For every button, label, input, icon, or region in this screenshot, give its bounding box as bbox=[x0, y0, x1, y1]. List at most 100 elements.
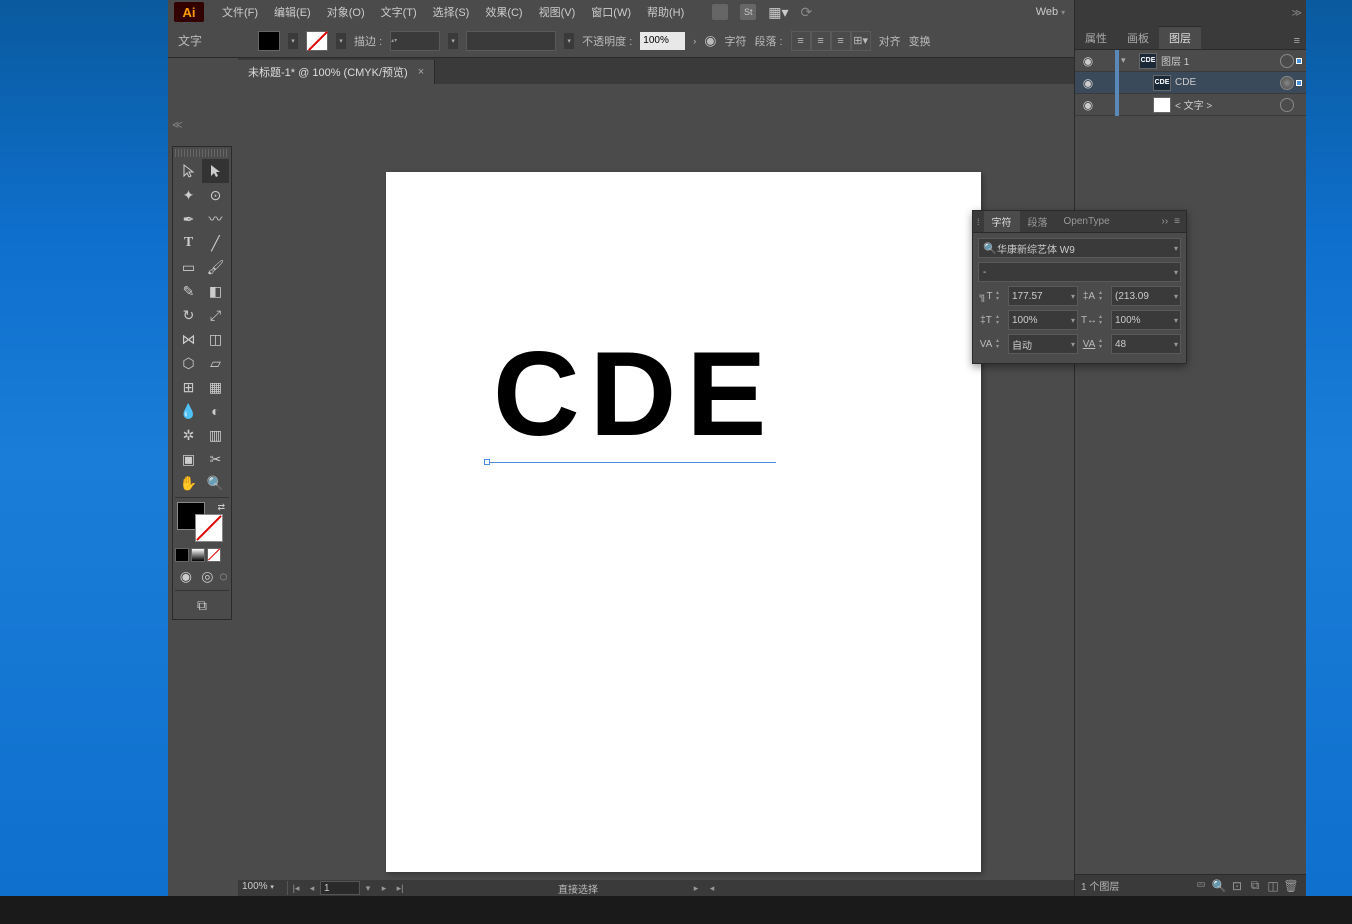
width-tool-icon[interactable]: ⋈ bbox=[175, 327, 202, 351]
menu-view[interactable]: 视图(V) bbox=[531, 2, 584, 22]
stepper[interactable]: ▴▾ bbox=[996, 314, 1006, 326]
collapse-dock-icon[interactable]: ≫ bbox=[1292, 8, 1302, 19]
selection-indicator[interactable] bbox=[1296, 80, 1302, 86]
last-page-icon[interactable]: ▸| bbox=[392, 881, 408, 895]
menu-window[interactable]: 窗口(W) bbox=[583, 2, 639, 22]
stroke-dropdown[interactable]: ▾ bbox=[336, 33, 346, 49]
align-right-icon[interactable]: ≡ bbox=[831, 31, 851, 51]
direct-selection-tool-icon[interactable] bbox=[202, 159, 229, 183]
sync-icon[interactable]: ⟳ bbox=[801, 4, 813, 21]
type-tool-icon[interactable]: T bbox=[175, 231, 202, 255]
symbol-spray-tool-icon[interactable]: ✲ bbox=[175, 423, 202, 447]
visibility-toggle-icon[interactable]: ◉ bbox=[1079, 76, 1097, 90]
gradient-tool-icon[interactable]: ▦ bbox=[202, 375, 229, 399]
magic-wand-tool-icon[interactable]: ✦ bbox=[175, 183, 202, 207]
transform-link[interactable]: 变换 bbox=[909, 33, 931, 49]
selection-tool-icon[interactable] bbox=[175, 159, 202, 183]
leading-input[interactable]: (213.09▾ bbox=[1111, 286, 1181, 306]
status-next-icon[interactable]: ◂ bbox=[704, 881, 720, 895]
target-icon[interactable] bbox=[1280, 98, 1294, 112]
graph-tool-icon[interactable]: ▥ bbox=[202, 423, 229, 447]
tab-artboards[interactable]: 画板 bbox=[1117, 27, 1159, 49]
color-mode-gradient[interactable] bbox=[191, 548, 205, 562]
panel-collapse-icon[interactable]: ›› bbox=[1161, 216, 1168, 227]
mesh-tool-icon[interactable]: ⊞ bbox=[175, 375, 202, 399]
v-scale-input[interactable]: 100%▾ bbox=[1008, 310, 1078, 330]
shape-builder-tool-icon[interactable]: ⬡ bbox=[175, 351, 202, 375]
curvature-tool-icon[interactable]: 〰 bbox=[202, 207, 229, 231]
kerning-input[interactable]: 自动▾ bbox=[1008, 334, 1078, 354]
selection-indicator[interactable] bbox=[1296, 102, 1302, 108]
draw-inside-icon[interactable]: ◌ bbox=[218, 564, 229, 588]
zoom-tool-icon[interactable]: 🔍 bbox=[202, 471, 229, 495]
menu-object[interactable]: 对象(O) bbox=[319, 2, 373, 22]
menu-help[interactable]: 帮助(H) bbox=[639, 2, 692, 22]
panel-grabber[interactable] bbox=[175, 149, 229, 157]
menu-select[interactable]: 选择(S) bbox=[425, 2, 478, 22]
rectangle-tool-icon[interactable]: ▭ bbox=[175, 255, 202, 279]
artboard-tool-icon[interactable]: ▣ bbox=[175, 447, 202, 471]
lasso-tool-icon[interactable]: ⊙ bbox=[202, 183, 229, 207]
panel-menu-icon[interactable]: ≡ bbox=[1288, 33, 1306, 49]
stroke-color-box[interactable] bbox=[195, 514, 223, 542]
menu-effect[interactable]: 效果(C) bbox=[477, 2, 530, 22]
stroke-weight-input[interactable]: ▴▾ bbox=[390, 31, 440, 51]
line-tool-icon[interactable]: ╱ bbox=[202, 231, 229, 255]
fill-stroke-indicator[interactable]: ⇄ bbox=[175, 502, 229, 546]
search-layer-icon[interactable]: 🔍 bbox=[1210, 879, 1228, 893]
new-layer-icon[interactable]: ◫ bbox=[1264, 879, 1282, 893]
tab-close-icon[interactable]: × bbox=[418, 66, 424, 78]
blend-tool-icon[interactable]: ◐ bbox=[202, 399, 229, 423]
align-left-icon[interactable]: ≡ bbox=[791, 31, 811, 51]
fill-dropdown[interactable]: ▾ bbox=[288, 33, 298, 49]
stroke-weight-dropdown[interactable]: ▾ bbox=[448, 33, 458, 49]
page-input[interactable] bbox=[320, 881, 360, 895]
tab-properties[interactable]: 属性 bbox=[1075, 27, 1117, 49]
status-prev-icon[interactable]: ▸ bbox=[688, 881, 704, 895]
left-collapse-icon[interactable]: ≪ bbox=[172, 120, 182, 132]
eyedropper-tool-icon[interactable]: 💧 bbox=[175, 399, 202, 423]
workspace-switcher[interactable]: Web ▾ bbox=[1036, 6, 1065, 18]
tab-opentype[interactable]: OpenType bbox=[1056, 213, 1118, 230]
prev-page-icon[interactable]: ◂ bbox=[304, 881, 320, 895]
free-transform-tool-icon[interactable]: ◫ bbox=[202, 327, 229, 351]
globe-icon[interactable]: ◉ bbox=[704, 32, 716, 49]
shaper-tool-icon[interactable]: ✎ bbox=[175, 279, 202, 303]
font-style-input[interactable]: - ▾ bbox=[978, 262, 1181, 282]
expand-toggle-icon[interactable]: ▾ bbox=[1121, 55, 1135, 66]
layer-row[interactable]: ◉ ▾ CDE 图层 1 bbox=[1075, 50, 1306, 72]
fill-swatch[interactable] bbox=[258, 31, 280, 51]
color-mode-none[interactable] bbox=[207, 548, 221, 562]
variable-width-profile[interactable] bbox=[466, 31, 556, 51]
menu-file[interactable]: 文件(F) bbox=[214, 2, 266, 22]
document-tab[interactable]: 未标题-1* @ 100% (CMYK/预览) × bbox=[238, 60, 435, 84]
paintbrush-tool-icon[interactable]: 🖌 bbox=[202, 255, 229, 279]
scale-tool-icon[interactable]: ⤢ bbox=[202, 303, 229, 327]
pen-tool-icon[interactable]: ✒ bbox=[175, 207, 202, 231]
layer-name[interactable]: CDE bbox=[1175, 77, 1280, 88]
align-justify-icon[interactable]: ⊞▾ bbox=[851, 31, 871, 51]
text-object[interactable]: CDE bbox=[493, 334, 776, 454]
new-sublayer-icon[interactable]: ⧉ bbox=[1246, 878, 1264, 893]
locate-layer-icon[interactable]: ⮹ bbox=[1192, 878, 1210, 893]
first-page-icon[interactable]: |◂ bbox=[288, 881, 304, 895]
align-link[interactable]: 对齐 bbox=[879, 33, 901, 49]
stepper[interactable]: ▴▾ bbox=[996, 338, 1006, 350]
menu-type[interactable]: 文字(T) bbox=[373, 2, 425, 22]
align-center-icon[interactable]: ≡ bbox=[811, 31, 831, 51]
visibility-toggle-icon[interactable]: ◉ bbox=[1079, 98, 1097, 112]
tab-character[interactable]: 字符 bbox=[984, 211, 1020, 232]
tracking-input[interactable]: 48▾ bbox=[1111, 334, 1181, 354]
stepper[interactable]: ▴▾ bbox=[1099, 338, 1109, 350]
stepper[interactable]: ▴▾ bbox=[996, 290, 1006, 302]
eraser-tool-icon[interactable]: ◧ bbox=[202, 279, 229, 303]
make-clipping-mask-icon[interactable]: ⊡ bbox=[1228, 879, 1246, 893]
layer-name[interactable]: 图层 1 bbox=[1161, 53, 1280, 68]
char-panel-grabber[interactable]: ⁞ bbox=[973, 217, 984, 227]
text-start-handle[interactable] bbox=[484, 459, 490, 465]
opacity-arrow[interactable]: › bbox=[693, 36, 696, 46]
visibility-toggle-icon[interactable]: ◉ bbox=[1079, 54, 1097, 68]
font-size-input[interactable]: 177.57▾ bbox=[1008, 286, 1078, 306]
menu-edit[interactable]: 编辑(E) bbox=[266, 2, 319, 22]
h-scale-input[interactable]: 100%▾ bbox=[1111, 310, 1181, 330]
